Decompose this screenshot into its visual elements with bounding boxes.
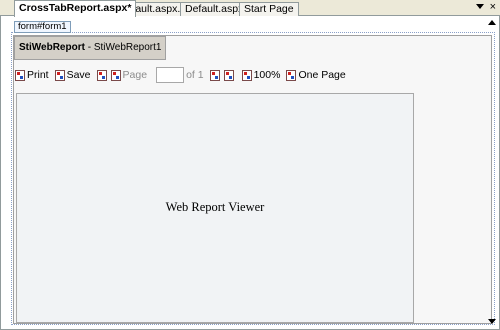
- prev-page-button[interactable]: Page: [110, 69, 148, 81]
- control-tag-label[interactable]: StiWebReport - StiWebReport1: [14, 36, 167, 60]
- print-label: Print: [27, 69, 49, 81]
- save-button[interactable]: Save: [54, 69, 91, 81]
- last-page-icon: [223, 69, 234, 81]
- tab-list-dropdown-icon[interactable]: [476, 4, 484, 9]
- control-separator: -: [84, 42, 94, 53]
- last-page-button[interactable]: [223, 69, 236, 81]
- next-page-icon: [209, 69, 220, 81]
- view-mode-icon: [286, 69, 297, 81]
- first-page-icon: [96, 69, 107, 81]
- page-count: of 1: [186, 69, 204, 81]
- view-mode-button[interactable]: One Page: [286, 69, 346, 81]
- save-label: Save: [66, 69, 91, 81]
- view-mode-label: One Page: [298, 69, 346, 81]
- page-number-input[interactable]: [156, 67, 185, 83]
- close-tab-icon[interactable]: ×: [490, 1, 496, 13]
- tab-crosstabreport[interactable]: CrossTabReport.aspx*: [14, 0, 137, 17]
- zoom-label: 100%: [253, 69, 281, 81]
- page-of-label: of 1: [186, 69, 204, 81]
- control-id: StiWebReport1: [93, 42, 162, 53]
- tab-start-page[interactable]: Start Page: [239, 2, 299, 16]
- control-type: StiWebReport: [19, 42, 85, 53]
- next-page-button[interactable]: [209, 69, 222, 81]
- viewer-placeholder-label: Web Report Viewer: [165, 200, 265, 214]
- document-tab-strip: CrossTabReport.aspx* Default.aspx.cs Def…: [0, 0, 500, 17]
- scroll-down-icon[interactable]: [488, 319, 496, 324]
- zoom-icon: [241, 69, 252, 81]
- scroll-up-icon[interactable]: [488, 20, 496, 25]
- zoom-button[interactable]: 100%: [241, 69, 281, 81]
- form-tag-label[interactable]: form#form1: [14, 21, 71, 33]
- page-label: Page: [122, 69, 148, 81]
- print-icon: [15, 69, 25, 81]
- prev-page-icon: [110, 69, 121, 81]
- report-viewer-area[interactable]: Web Report Viewer: [16, 93, 414, 323]
- report-toolbar: Print Save Page of 1 100% One Page: [15, 66, 352, 84]
- save-icon: [54, 69, 65, 81]
- print-button[interactable]: Print: [15, 69, 49, 81]
- first-page-button[interactable]: [96, 69, 109, 81]
